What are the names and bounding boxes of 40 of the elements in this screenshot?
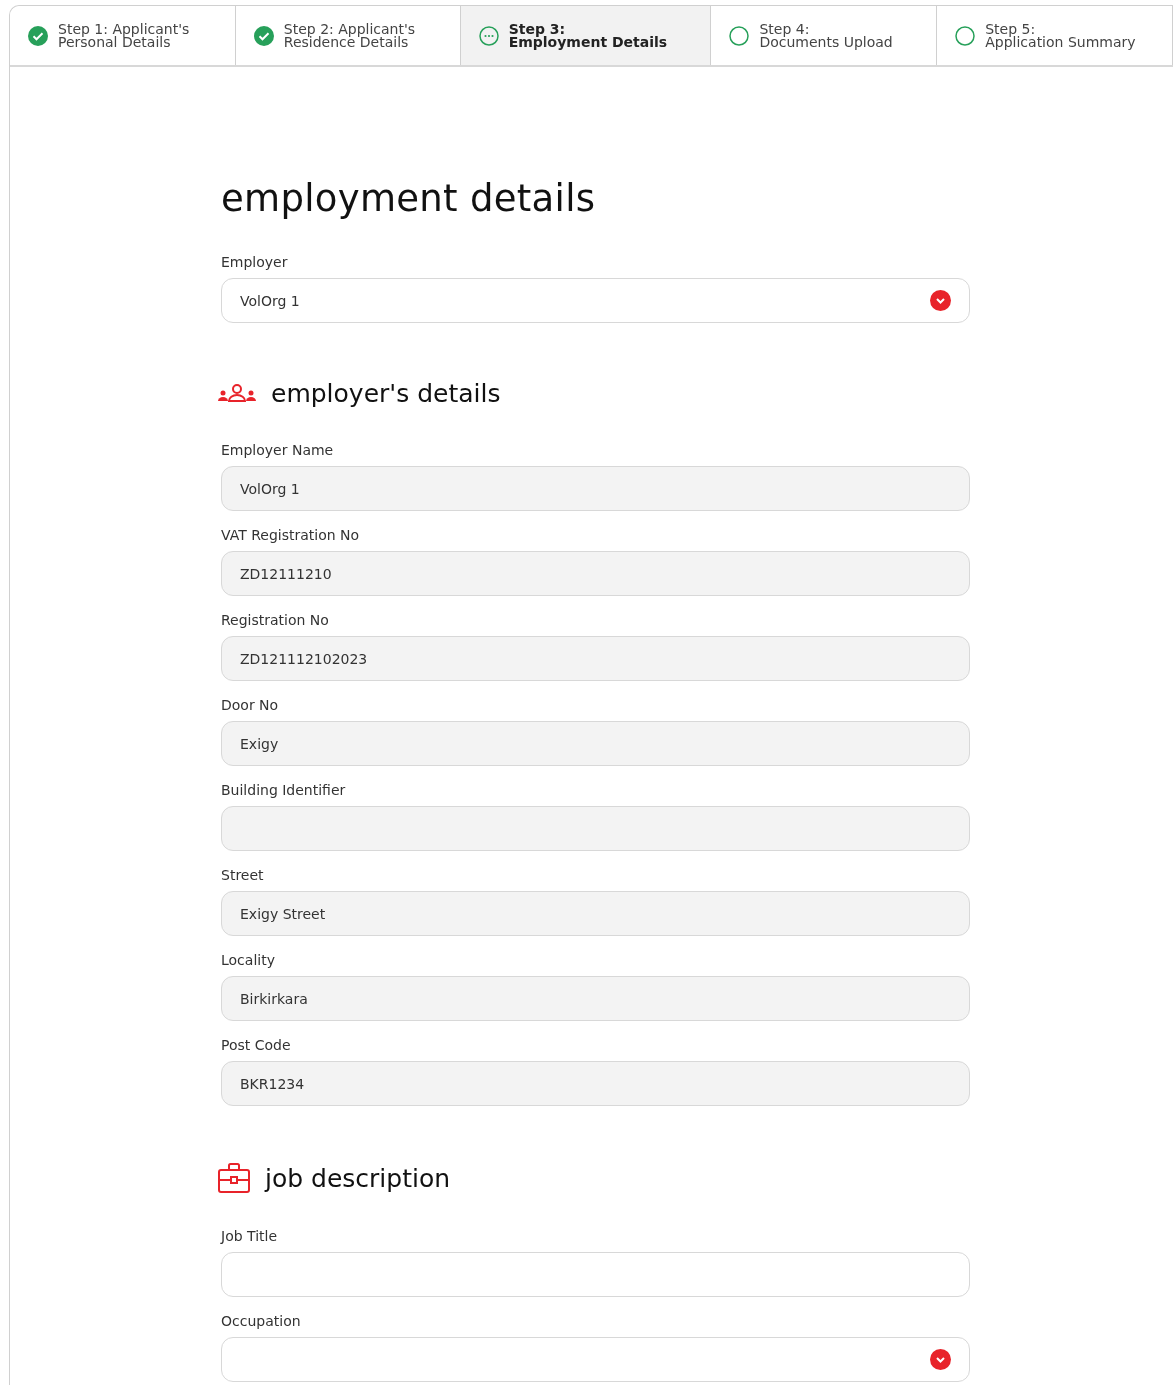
dropdown-chevron-icon <box>930 1349 951 1370</box>
field-label: Locality <box>221 952 276 968</box>
dropdown-chevron-icon <box>930 290 951 311</box>
field-label: Street <box>221 867 265 883</box>
step-tab[interactable]: Step 3: Employment Details <box>460 6 712 65</box>
step-label: Step 5: Application Summary <box>985 22 1136 49</box>
ellipsis-circle-icon <box>478 25 499 46</box>
check-icon <box>28 25 48 46</box>
input-field[interactable]: Exigy <box>221 721 970 766</box>
field-label: Employer Name <box>221 442 335 458</box>
field-label: Employer <box>221 254 289 270</box>
input-field[interactable]: ZD12111210 <box>221 551 970 596</box>
step-label: Step 2: Applicant's Residence Details <box>283 22 416 49</box>
input-field[interactable] <box>221 1252 970 1297</box>
check-icon <box>253 25 274 46</box>
field-label: Door No <box>221 697 280 713</box>
field-label: Registration No <box>221 612 330 628</box>
circle-icon <box>955 25 976 46</box>
input-field[interactable]: ZD121112102023 <box>221 636 970 681</box>
briefcase-icon <box>217 1162 251 1194</box>
field-label: Building Identifier <box>221 782 347 798</box>
field-label: VAT Registration No <box>221 527 361 543</box>
people-icon <box>217 382 257 405</box>
field-label: Post Code <box>221 1037 292 1053</box>
input-field[interactable]: BKR1234 <box>221 1061 970 1106</box>
input-field[interactable]: VolOrg 1 <box>221 466 970 511</box>
circle-icon <box>729 25 750 46</box>
field-label: Job Title <box>221 1228 279 1244</box>
dropdown-field[interactable] <box>221 1337 970 1382</box>
input-field[interactable]: Birkirkara <box>221 976 970 1021</box>
dropdown-field[interactable]: VolOrg 1 <box>221 278 970 323</box>
step-label: Step 4: Documents Upload <box>759 22 893 49</box>
input-field[interactable] <box>221 806 970 851</box>
page-title: employment details <box>221 177 597 220</box>
input-field[interactable]: Exigy Street <box>221 891 970 936</box>
step-label: Step 3: Employment Details <box>508 22 668 49</box>
field-label: Occupation <box>221 1313 302 1329</box>
step-label: Step 1: Applicant's Personal Details <box>58 22 190 49</box>
section-title: employer's details <box>271 379 501 408</box>
section-title: job description <box>265 1163 451 1193</box>
